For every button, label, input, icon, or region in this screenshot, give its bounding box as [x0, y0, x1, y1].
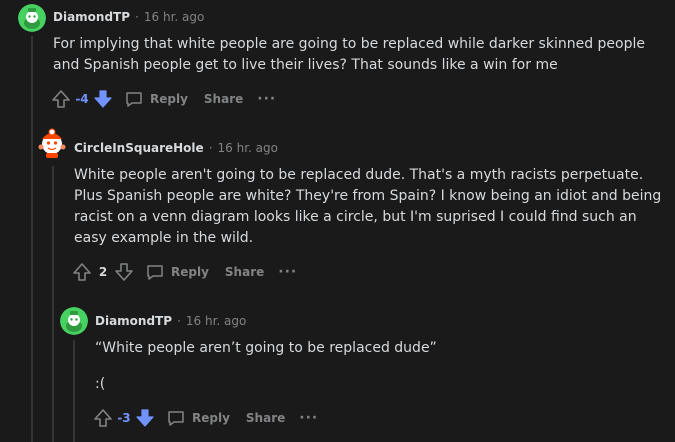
- username[interactable]: DiamondTP: [53, 10, 130, 24]
- separator: ·: [135, 10, 139, 24]
- reply-button[interactable]: Reply: [145, 262, 209, 282]
- comment-text: White people aren't going to be replaced…: [74, 167, 662, 246]
- comment-text: :(: [95, 376, 106, 392]
- more-options-icon[interactable]: ···: [257, 91, 276, 107]
- reply-button[interactable]: Reply: [166, 408, 230, 428]
- comment-icon: [126, 92, 142, 107]
- avatar[interactable]: [36, 127, 68, 159]
- vote-score: -3: [117, 411, 131, 425]
- more-options-icon[interactable]: ···: [278, 264, 297, 280]
- avatar[interactable]: [18, 4, 46, 32]
- comment-icon: [168, 411, 184, 426]
- comment-text: “White people aren’t going to be replace…: [95, 340, 437, 356]
- downvote-icon[interactable]: [92, 87, 114, 111]
- vote-score: -4: [75, 92, 89, 106]
- share-button[interactable]: Share: [246, 411, 285, 425]
- downvote-icon[interactable]: [134, 406, 156, 430]
- thread-line[interactable]: [73, 340, 75, 442]
- share-button[interactable]: Share: [204, 92, 243, 106]
- comment-body: White people aren't going to be replaced…: [74, 165, 666, 249]
- upvote-icon[interactable]: [92, 406, 114, 430]
- thread-line[interactable]: [31, 36, 33, 442]
- comment-body: For implying that white people are going…: [53, 34, 663, 76]
- reply-label: Reply: [192, 411, 230, 425]
- upvote-icon[interactable]: [71, 260, 93, 284]
- vote-score: 2: [98, 265, 108, 279]
- thread-line[interactable]: [52, 166, 54, 442]
- comment-actions: -4 Reply Share ···: [50, 87, 276, 111]
- comment-actions: 2 Reply Share ···: [71, 260, 297, 284]
- downvote-icon[interactable]: [113, 260, 135, 284]
- comment-icon: [147, 265, 163, 280]
- share-button[interactable]: Share: [225, 265, 264, 279]
- reply-label: Reply: [171, 265, 209, 279]
- more-options-icon[interactable]: ···: [299, 410, 318, 426]
- comment-actions: -3 Reply Share ···: [92, 406, 318, 430]
- reply-button[interactable]: Reply: [124, 89, 188, 109]
- share-label: Share: [224, 265, 265, 279]
- share-label: Share: [203, 92, 244, 106]
- separator: ·: [177, 314, 181, 328]
- share-label: Share: [245, 411, 286, 425]
- timestamp[interactable]: 16 hr. ago: [144, 10, 204, 24]
- avatar[interactable]: [60, 307, 88, 335]
- separator: ·: [208, 141, 213, 155]
- comment-text: For implying that white people are going…: [53, 36, 645, 73]
- upvote-icon[interactable]: [50, 87, 72, 111]
- username[interactable]: DiamondTP: [95, 314, 172, 328]
- comment-body: “White people aren’t going to be replace…: [95, 338, 655, 395]
- reply-label: Reply: [150, 92, 188, 106]
- username[interactable]: CircleInSquareHole: [74, 141, 204, 155]
- timestamp[interactable]: 16 hr. ago: [218, 141, 278, 155]
- timestamp[interactable]: 16 hr. ago: [186, 314, 246, 328]
